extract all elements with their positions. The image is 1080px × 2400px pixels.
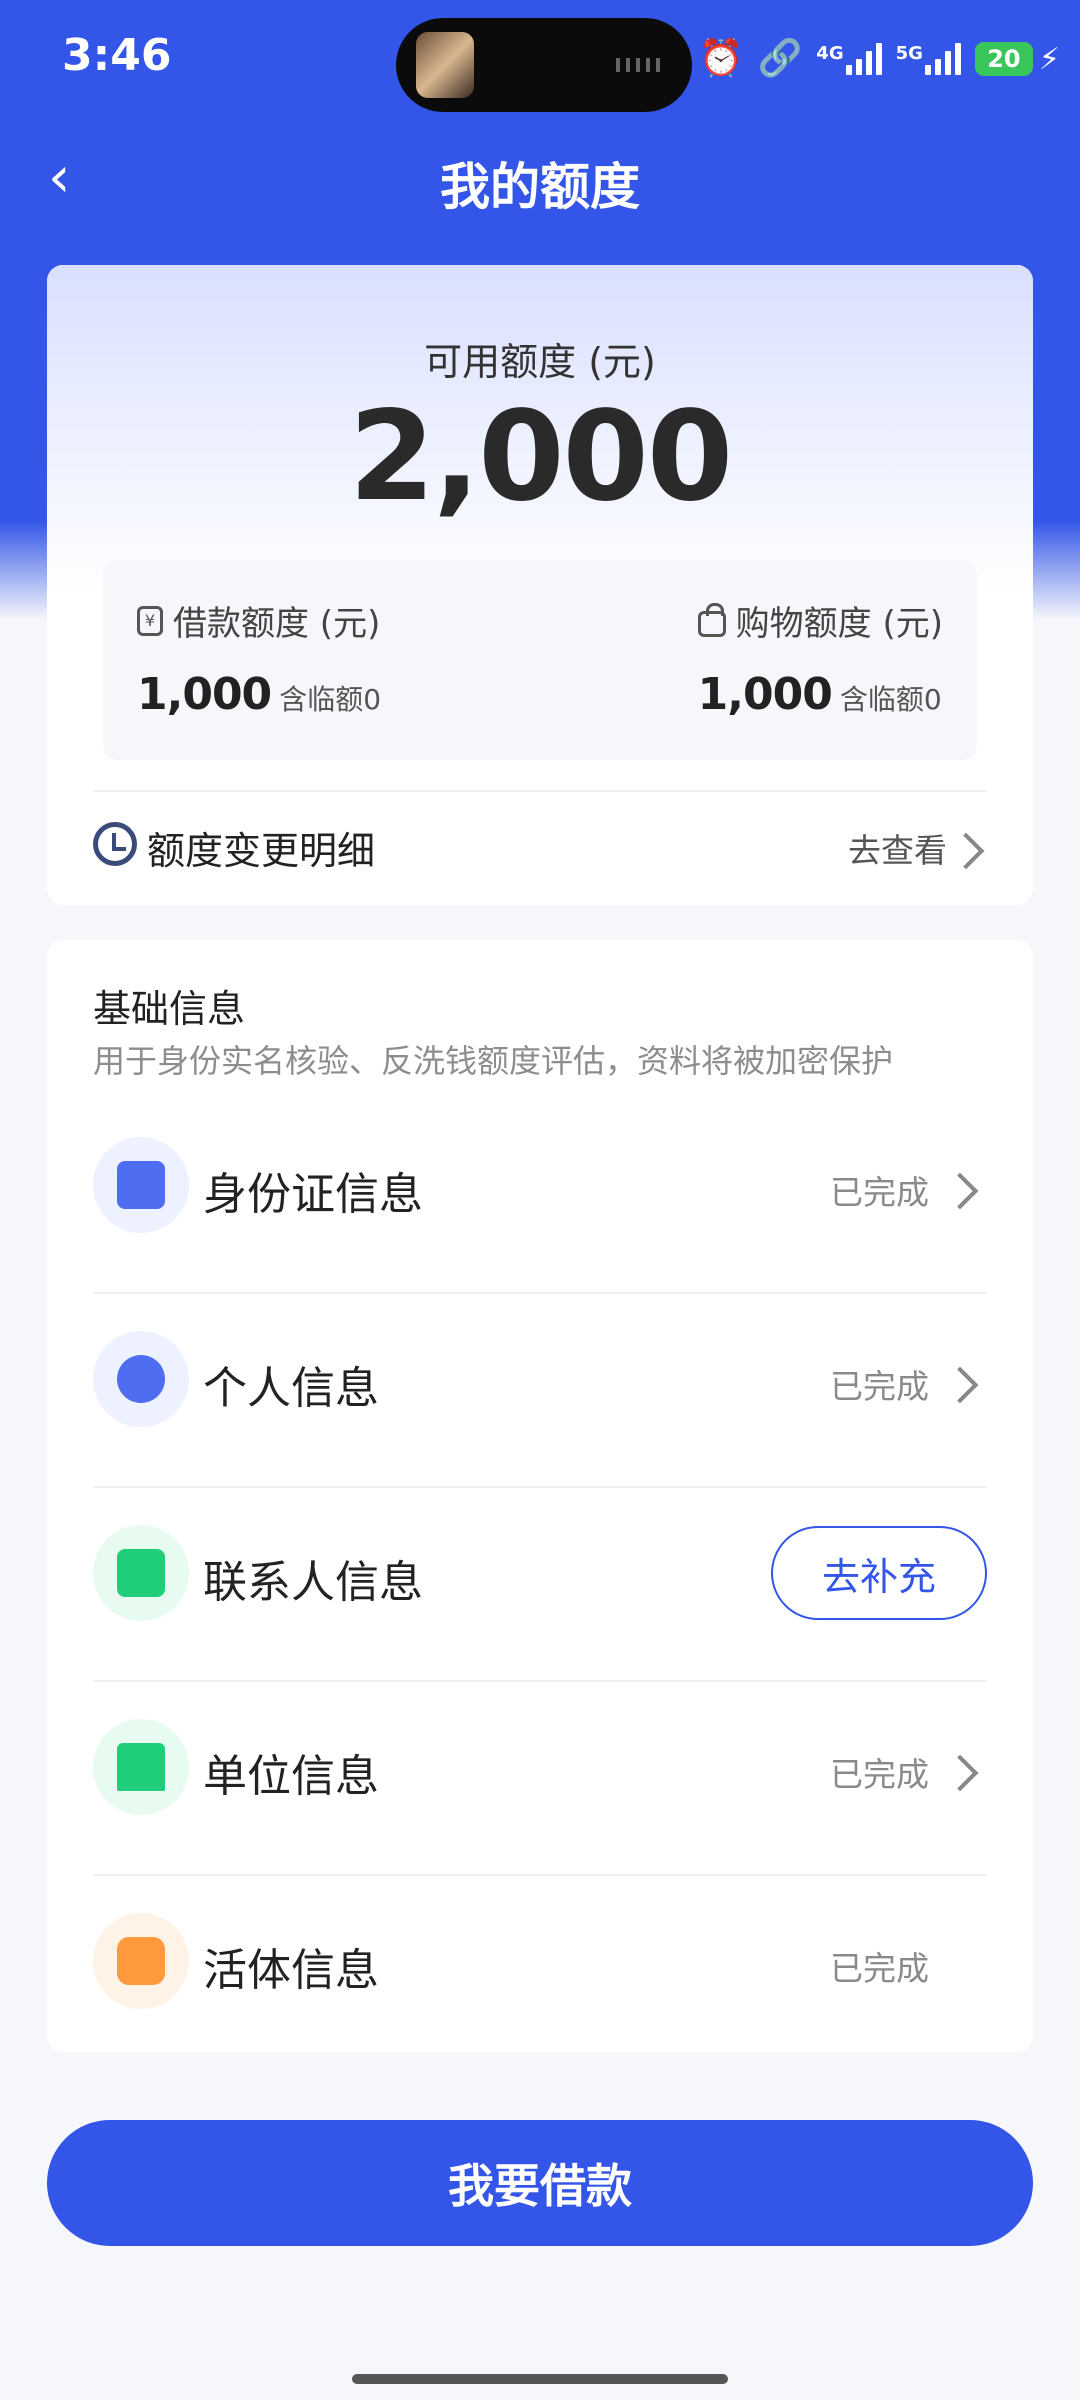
info-row-id-card[interactable]: 身份证信息 已完成	[93, 1100, 987, 1294]
info-row-personal[interactable]: 个人信息 已完成	[93, 1294, 987, 1488]
building-icon	[93, 1719, 189, 1815]
nav-bar: ‹ 我的额度	[0, 125, 1080, 235]
row-label: 单位信息	[203, 1751, 379, 1802]
quota-history-label: 额度变更明细	[147, 829, 376, 873]
row-status: 已完成	[830, 1367, 929, 1406]
shopping-quota-label: 购物额度 (元)	[735, 604, 943, 644]
yuan-icon: ¥	[137, 605, 163, 636]
divider	[93, 790, 987, 792]
row-status: 已完成	[830, 1949, 929, 1988]
loan-quota-value: 1,000	[137, 669, 272, 720]
quota-breakdown: ¥ 借款额度 (元) 1,000 含临额0 购物额度 (元) 1,000 含临额…	[103, 560, 977, 760]
shopping-bag-icon	[697, 602, 726, 637]
row-label: 个人信息	[203, 1363, 379, 1414]
loan-quota-label: 借款额度 (元)	[173, 604, 381, 644]
alarm-icon: ⏰	[698, 38, 744, 79]
chevron-right-icon	[941, 1754, 979, 1792]
shopping-quota-note: 含临额0	[839, 683, 942, 716]
quota-card: 可用额度 (元) 2,000 ¥ 借款额度 (元) 1,000 含临额0 购物额…	[47, 265, 1033, 905]
row-label: 联系人信息	[203, 1557, 423, 1608]
signal-5g: 5G	[896, 43, 961, 75]
signal-bars-icon	[924, 43, 961, 75]
signal-4g: 4G	[816, 43, 882, 75]
available-quota-value: 2,000	[348, 385, 733, 529]
loan-quota-note: 含临额0	[279, 683, 382, 716]
battery-indicator: 20 ⚡	[974, 41, 1060, 77]
info-row-employer[interactable]: 单位信息 已完成	[93, 1682, 987, 1876]
signal-bars-icon	[845, 43, 882, 75]
row-label: 活体信息	[203, 1945, 379, 1996]
status-bar: 3:46 ⏰ 🔗 4G 5G 20 ⚡	[0, 0, 1080, 120]
section-subtitle: 用于身份实名核验、反洗钱额度评估，资料将被加密保护	[93, 1042, 894, 1080]
loan-quota: ¥ 借款额度 (元) 1,000 含临额0	[137, 596, 381, 720]
home-indicator[interactable]	[352, 2374, 728, 2384]
borrow-button[interactable]: 我要借款	[47, 2120, 1033, 2246]
person-icon	[93, 1331, 189, 1427]
shopping-quota: 购物额度 (元) 1,000 含临额0	[697, 596, 943, 720]
chevron-right-icon	[947, 832, 985, 870]
system-icons: ⏰ 🔗 4G 5G 20 ⚡	[699, 34, 1060, 84]
row-status: 已完成	[830, 1173, 929, 1212]
charging-icon: ⚡	[1038, 41, 1060, 77]
status-time: 3:46	[62, 30, 172, 81]
page-title: 我的额度	[440, 158, 640, 216]
face-icon	[93, 1913, 189, 2009]
info-row-liveness[interactable]: 活体信息 已完成	[93, 1876, 987, 2070]
info-row-contacts[interactable]: 联系人信息 去补充	[93, 1488, 987, 1682]
row-label: 身份证信息	[203, 1169, 423, 1220]
history-icon	[93, 822, 137, 866]
supplement-button[interactable]: 去补充	[771, 1526, 987, 1620]
contacts-icon	[93, 1525, 189, 1621]
audio-wave-icon	[616, 58, 666, 72]
shopping-quota-value: 1,000	[697, 669, 833, 720]
available-quota-label: 可用额度 (元)	[424, 340, 656, 384]
dynamic-island	[396, 18, 692, 112]
row-status: 已完成	[830, 1755, 929, 1794]
battery-level: 20	[974, 42, 1033, 76]
view-link[interactable]: 去查看	[848, 824, 947, 872]
link-icon: 🔗	[757, 38, 803, 79]
quota-history-row[interactable]: 额度变更明细 去查看	[93, 810, 987, 890]
basic-info-card: 基础信息 用于身份实名核验、反洗钱额度评估，资料将被加密保护 身份证信息 已完成…	[47, 940, 1033, 2052]
chevron-right-icon	[941, 1172, 979, 1210]
id-card-icon	[93, 1137, 189, 1233]
chevron-right-icon	[941, 1366, 979, 1404]
section-title: 基础信息	[93, 987, 246, 1031]
media-thumbnail	[416, 32, 474, 98]
